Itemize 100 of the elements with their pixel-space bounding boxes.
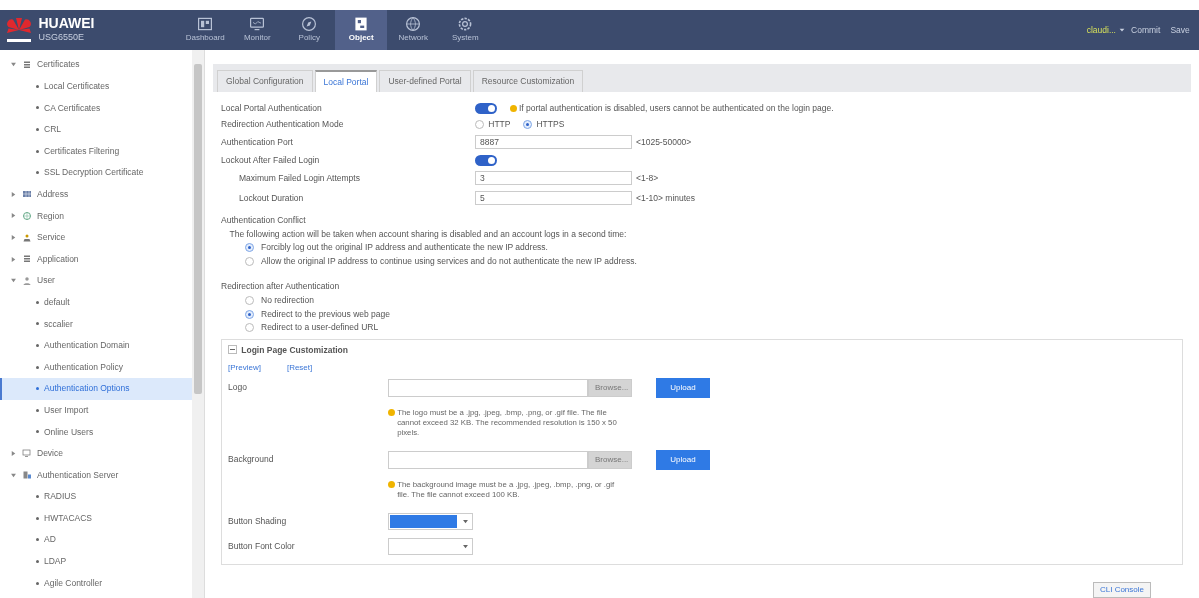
range-hint: <1-10> minutes bbox=[635, 191, 696, 205]
tree-label: Local Certificates bbox=[44, 80, 110, 93]
nav-tab[interactable]: Network bbox=[387, 10, 440, 50]
upload-button[interactable]: Upload bbox=[656, 449, 710, 470]
tree-label: Authentication Options bbox=[44, 382, 130, 396]
bullet-icon bbox=[36, 106, 39, 110]
tab[interactable]: User-defined Portal bbox=[379, 70, 471, 92]
input-field[interactable]: 8887 bbox=[475, 135, 632, 149]
tree-label: CRL bbox=[44, 123, 61, 136]
option-label: No redirection bbox=[261, 294, 314, 308]
list-icon bbox=[22, 59, 32, 70]
range-hint: <1-8> bbox=[635, 171, 659, 185]
globe-icon bbox=[22, 210, 32, 221]
field-label: Button Shading bbox=[228, 515, 288, 529]
caret-icon bbox=[461, 518, 469, 526]
browse-button[interactable]: Browse... bbox=[588, 450, 632, 469]
server-icon bbox=[22, 470, 32, 481]
bullet-icon bbox=[36, 171, 39, 175]
input-field[interactable]: 3 bbox=[475, 171, 632, 185]
bullet-icon bbox=[36, 300, 39, 304]
option-label: Allow the original IP address to continue using services and do not authenticate the new IP address. bbox=[261, 254, 637, 268]
tree-label[interactable]: Device bbox=[37, 447, 63, 460]
scrollbar[interactable] bbox=[192, 50, 204, 598]
radio-button[interactable] bbox=[245, 323, 254, 333]
browse-button[interactable]: Browse... bbox=[588, 378, 632, 397]
input-field[interactable]: 5 bbox=[475, 191, 632, 205]
bullet-icon bbox=[36, 84, 39, 88]
link[interactable]: [Preview] bbox=[228, 361, 261, 374]
selected-row[interactable]: Authentication Options bbox=[0, 377, 192, 400]
cli-console-button[interactable]: CLI Console bbox=[1092, 582, 1151, 598]
user-name[interactable]: claudi... bbox=[1086, 23, 1116, 37]
nav-tab[interactable]: Policy bbox=[283, 10, 336, 50]
tree-label: SSL Decryption Certificate bbox=[44, 166, 144, 180]
tree-label[interactable]: Service bbox=[37, 231, 66, 244]
tab[interactable]: Local Portal bbox=[314, 70, 378, 92]
tree-label[interactable]: Certificates bbox=[37, 58, 80, 72]
warning-icon bbox=[509, 104, 517, 112]
tree-label[interactable]: Authentication Server bbox=[37, 468, 119, 482]
tree-label[interactable]: Application bbox=[37, 252, 79, 266]
tree-label: CA Certificates bbox=[44, 101, 101, 115]
radio-button[interactable] bbox=[245, 243, 254, 253]
radio-button[interactable] bbox=[523, 119, 533, 129]
file-path-field[interactable] bbox=[388, 378, 588, 397]
link[interactable]: [Reset] bbox=[286, 361, 313, 374]
field-label: Redirection after Authentication bbox=[221, 279, 341, 293]
color-picker[interactable] bbox=[388, 537, 473, 555]
field-label: Maximum Failed Login Attempts bbox=[238, 171, 361, 185]
field-label: Redirection Authentication Mode bbox=[221, 117, 345, 131]
tree-label[interactable]: Region bbox=[37, 209, 64, 223]
gear-icon bbox=[457, 16, 474, 32]
nav-tab[interactable]: Dashboard bbox=[179, 10, 232, 50]
expanded-caret-icon[interactable] bbox=[10, 61, 17, 69]
radio-button[interactable] bbox=[245, 296, 254, 306]
expanded-caret-icon[interactable] bbox=[10, 471, 17, 479]
bullet-icon bbox=[36, 149, 39, 153]
option-label: Redirect to the previous web page bbox=[261, 307, 390, 321]
field-label: Lockout After Failed Login bbox=[221, 153, 321, 167]
nav-tab[interactable]: Object bbox=[335, 10, 388, 50]
collapsed-caret-icon[interactable] bbox=[10, 255, 17, 263]
tree-label: default bbox=[44, 295, 70, 309]
bullet-icon bbox=[36, 495, 39, 499]
collapsed-caret-icon[interactable] bbox=[10, 190, 17, 198]
field-label: Logo bbox=[228, 381, 248, 395]
nav-tab[interactable]: Monitor bbox=[231, 10, 284, 50]
color-picker[interactable] bbox=[388, 513, 473, 531]
upload-button[interactable]: Upload bbox=[656, 377, 710, 398]
toggle-switch[interactable] bbox=[475, 154, 497, 166]
file-path-field[interactable] bbox=[388, 450, 588, 469]
tree-label: Authentication Domain bbox=[44, 339, 130, 352]
tree-label: AD bbox=[44, 533, 56, 547]
grid-icon bbox=[22, 189, 32, 200]
toggle-switch[interactable] bbox=[475, 102, 497, 114]
collapsed-caret-icon[interactable] bbox=[10, 234, 17, 242]
option-label: Redirect to a user-defined URL bbox=[261, 321, 379, 335]
caret-icon bbox=[461, 542, 469, 550]
tree-label: Agile Controller bbox=[44, 576, 103, 590]
tab[interactable]: Global Configuration bbox=[217, 70, 313, 92]
device-icon bbox=[22, 448, 32, 459]
radio-button[interactable] bbox=[245, 256, 254, 266]
expanded-caret-icon[interactable] bbox=[10, 277, 17, 285]
radio-button[interactable] bbox=[475, 119, 484, 129]
compass-icon bbox=[301, 16, 318, 32]
tree-label[interactable]: User bbox=[37, 274, 55, 288]
collapsed-caret-icon[interactable] bbox=[10, 212, 17, 220]
tree-label: sccalier bbox=[44, 317, 73, 331]
save-link[interactable]: Save bbox=[1165, 23, 1195, 37]
commit-link[interactable]: Commit bbox=[1126, 23, 1166, 37]
nav-tab[interactable]: System bbox=[439, 10, 492, 50]
tree-label: Online Users bbox=[44, 425, 94, 439]
scrollbar-thumb[interactable] bbox=[194, 64, 202, 394]
option-label: Forcibly log out the original IP address and authenticate the new IP address. bbox=[261, 241, 548, 255]
caret-icon[interactable] bbox=[1118, 26, 1127, 34]
collapsed-caret-icon[interactable] bbox=[10, 450, 17, 457]
radio-button[interactable] bbox=[245, 309, 254, 319]
tree-label[interactable]: Address bbox=[37, 188, 69, 201]
tab[interactable]: Resource Customization bbox=[472, 70, 584, 92]
collapse-icon[interactable] bbox=[228, 345, 237, 355]
field-label: Local Portal Authentication bbox=[221, 101, 323, 115]
bullet-icon bbox=[36, 430, 39, 434]
option-label: HTTP bbox=[488, 117, 511, 131]
